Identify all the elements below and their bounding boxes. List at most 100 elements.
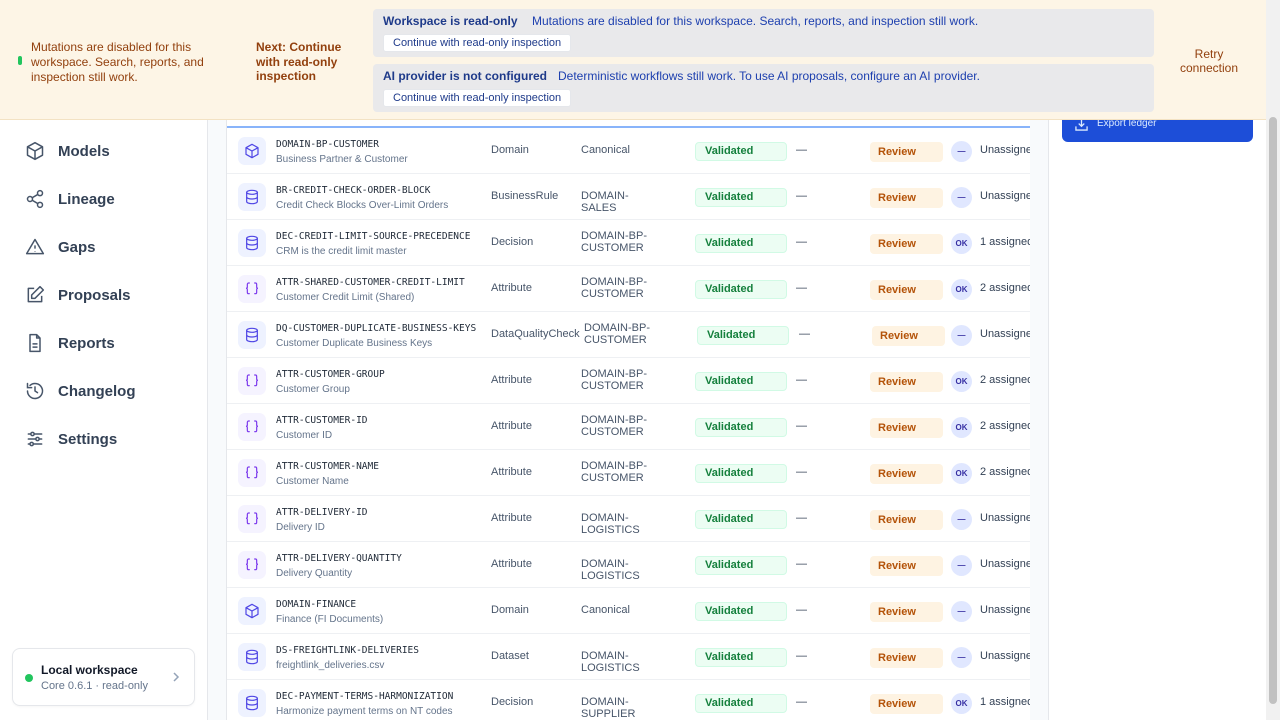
sidebar-item-label: Reports [58,334,115,352]
page-scrollbar[interactable] [1266,0,1280,720]
workspace-switcher[interactable]: Local workspace Core 0.6.1 · read-only [12,648,195,706]
table-row[interactable]: ATTR-CUSTOMER-NAME Customer Name Attribute… [227,450,1030,496]
row-parent: Canonical [581,144,661,156]
assignee-avatar: OK [951,693,972,714]
row-code[interactable]: DOMAIN-BP-CUSTOMER [276,139,379,150]
sidebar-item-label: Models [58,142,110,160]
review-badge[interactable]: Review [870,510,943,530]
status-badge: Validated [695,280,787,299]
row-parent-line: CUSTOMER [581,242,644,254]
sidebar-item-proposals[interactable]: Proposals [0,271,208,319]
row-type: Decision [491,696,534,708]
table-row[interactable]: BR-CREDIT-CHECK-ORDER-BLOCK Credit Check … [227,174,1030,220]
table-row[interactable]: ATTR-CUSTOMER-GROUP Customer Group Attribu… [227,358,1030,404]
table-row[interactable]: ATTR-CUSTOMER-ID Customer ID Attribute DOMA… [227,404,1030,450]
review-badge[interactable]: Review [870,280,943,300]
assignee-text: 2 assigned [980,420,1030,432]
review-badge[interactable]: Review [872,326,945,346]
row-parent: DOMAIN-BP- CUSTOMER [581,368,661,392]
sidebar-item-lineage[interactable]: Lineage [0,175,208,223]
review-badge[interactable]: Review [870,648,943,668]
database-icon [238,321,266,349]
row-code[interactable]: ATTR-CUSTOMER-GROUP [276,369,385,380]
retry-connection-button[interactable]: Retry connection [1168,47,1250,75]
table-row[interactable]: ATTR-DELIVERY-ID Delivery ID Attribute DOMA… [227,496,1030,542]
row-parent: DOMAIN-SUPPLIER [581,696,661,720]
review-badge[interactable]: Review [870,464,943,484]
assignee-avatar: — [951,601,972,622]
sidebar-item-models[interactable]: Models [0,127,208,175]
continue-readonly-button[interactable]: Continue with read-only inspection [383,34,572,52]
assignee-text: Unassigned [980,328,1030,340]
review-badge[interactable]: Review [870,694,943,714]
review-badge[interactable]: Review [870,234,943,254]
status-indicator [18,56,22,65]
scrollbar-thumb[interactable] [1269,117,1277,704]
row-parent: DOMAIN-SALES [581,190,661,214]
row-code[interactable]: BR-CREDIT-CHECK-ORDER-BLOCK [276,185,430,196]
row-type: DataQualityCheck [491,328,580,340]
continue-readonly-button[interactable]: Continue with read-only inspection [383,89,572,107]
sidebar-item-changelog[interactable]: Changelog [0,367,208,415]
table-row[interactable]: DS-FREIGHTLINK-DELIVERIES freightlink_del… [227,634,1030,680]
row-description: Customer ID [276,430,333,441]
row-parent: DOMAIN-LOGISTICS [581,512,661,536]
assignee-avatar: — [951,555,972,576]
row-code[interactable]: DQ-CUSTOMER-DUPLICATE-BUSINESS-KEYS [276,323,476,334]
row-description: Delivery Quantity [276,568,353,579]
cube-icon [26,141,44,161]
review-badge[interactable]: Review [870,142,943,162]
table-row[interactable]: DOMAIN-BP-CUSTOMER Business Partner & Cus… [227,128,1030,174]
status-badge: Validated [695,556,787,575]
row-parent-line: CUSTOMER [584,334,647,346]
assignee-avatar: OK [951,371,972,392]
database-icon [238,689,266,717]
document-icon [29,333,41,353]
row-code[interactable]: DOMAIN-FINANCE [276,599,356,610]
row-code[interactable]: ATTR-CUSTOMER-NAME [276,461,379,472]
table-row[interactable]: DQ-CUSTOMER-DUPLICATE-BUSINESS-KEYS Custo… [227,312,1030,358]
table-row[interactable]: DOMAIN-FINANCE Finance (FI Documents) Doma… [227,588,1030,634]
review-badge[interactable]: Review [870,372,943,392]
review-badge[interactable]: Review [870,418,943,438]
table-row[interactable]: DEC-CREDIT-LIMIT-SOURCE-PRECEDENCE CRM is… [227,220,1030,266]
sidebar-item-gaps[interactable]: Gaps [0,223,208,271]
row-code[interactable]: DEC-PAYMENT-TERMS-HARMONIZATION [276,691,453,702]
review-badge[interactable]: Review [870,602,943,622]
sliders-icon [27,431,43,447]
braces-icon [238,551,266,579]
row-type: Domain [491,144,529,156]
row-empty-value: — [799,328,810,340]
row-description: Delivery ID [276,522,325,533]
row-empty-value: — [796,696,807,708]
row-type: Attribute [491,466,532,478]
status-badge: Validated [695,648,787,667]
review-badge[interactable]: Review [870,188,943,208]
row-code[interactable]: DS-FREIGHTLINK-DELIVERIES [276,645,419,656]
table-row[interactable]: ATTR-DELIVERY-QUANTITY Delivery Quantity A… [227,542,1030,588]
row-code[interactable]: DEC-CREDIT-LIMIT-SOURCE-PRECEDENCE [276,231,470,242]
row-description: freightlink_deliveries.csv [276,660,385,671]
row-code[interactable]: ATTR-DELIVERY-QUANTITY [276,553,402,564]
table-row[interactable]: ATTR-SHARED-CUSTOMER-CREDIT-LIMIT Custome… [227,266,1030,312]
row-type: Domain [491,604,529,616]
banner-next-step: Next: Continue with read-only inspection [256,40,342,83]
sidebar-item-reports[interactable]: Reports [0,319,208,367]
alert-body: Deterministic workflows still work. To u… [558,69,980,83]
chevron-right-icon [173,672,180,682]
alert-title: AI provider is not configured [383,69,548,83]
assignee-avatar: — [951,647,972,668]
sidebar-nav: Models Lineage Gaps Proposals Reports Ch… [0,127,208,463]
row-parent-line: DOMAIN-BP- [581,460,647,472]
row-code[interactable]: ATTR-DELIVERY-ID [276,507,368,518]
row-code[interactable]: ATTR-SHARED-CUSTOMER-CREDIT-LIMIT [276,277,465,288]
row-type: Attribute [491,512,532,524]
alert-body: Mutations are disabled for this workspac… [532,14,979,28]
sidebar-item-settings[interactable]: Settings [0,415,208,463]
edit-icon [27,285,45,303]
row-parent-line: Canonical [581,604,630,616]
assignee-text: 1 assigned [980,236,1030,248]
table-row[interactable]: DEC-PAYMENT-TERMS-HARMONIZATION Harmonize… [227,680,1030,720]
review-badge[interactable]: Review [870,556,943,576]
row-code[interactable]: ATTR-CUSTOMER-ID [276,415,368,426]
